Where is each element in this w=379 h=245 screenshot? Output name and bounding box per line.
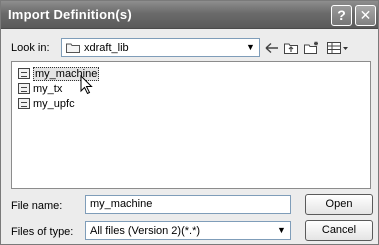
filename-label: File name: [11, 200, 63, 212]
chevron-down-icon[interactable]: ▼ [243, 40, 258, 55]
file-icon [18, 68, 30, 79]
lookin-label: Look in: [11, 42, 50, 54]
help-button[interactable]: ? [331, 5, 352, 26]
filetype-dropdown[interactable]: All files (Version 2)(*.*) ▼ [85, 221, 291, 240]
mouse-cursor-icon [80, 75, 93, 95]
dialog-title: Import Definition(s) [8, 7, 132, 22]
view-menu-button[interactable] [326, 38, 350, 57]
up-folder-icon [284, 43, 298, 54]
filetype-value: All files (Version 2)(*.*) [90, 225, 201, 237]
new-folder-button[interactable] [303, 38, 321, 57]
open-button[interactable]: Open [305, 194, 373, 215]
cancel-button[interactable]: Cancel [305, 220, 373, 241]
lookin-dropdown[interactable]: xdraft_lib ▼ [61, 38, 260, 57]
lookin-value: xdraft_lib [84, 42, 129, 54]
file-name: my_upfc [33, 98, 75, 110]
new-folder-icon [304, 41, 318, 54]
title-bar: Import Definition(s) ? ✕ [1, 1, 378, 29]
back-arrow-icon [265, 42, 278, 54]
filetype-label: Files of type: [11, 226, 74, 238]
file-icon [18, 98, 30, 109]
file-icon [18, 83, 30, 94]
close-icon: ✕ [359, 7, 372, 23]
view-menu-icon [327, 42, 348, 54]
file-list[interactable]: my_machine my_tx my_upfc [11, 61, 371, 189]
import-dialog: Import Definition(s) ? ✕ Look in: xdraft… [0, 0, 379, 245]
chevron-down-icon[interactable]: ▼ [274, 223, 289, 238]
list-item[interactable]: my_upfc [17, 97, 78, 111]
file-name: my_tx [33, 83, 63, 95]
filename-input[interactable]: my_machine [85, 195, 291, 214]
up-folder-button[interactable] [283, 38, 299, 57]
close-button[interactable]: ✕ [355, 5, 376, 26]
list-item[interactable]: my_tx [17, 82, 65, 96]
folder-icon [66, 43, 80, 53]
back-button[interactable] [264, 38, 280, 57]
help-icon: ? [337, 7, 346, 23]
